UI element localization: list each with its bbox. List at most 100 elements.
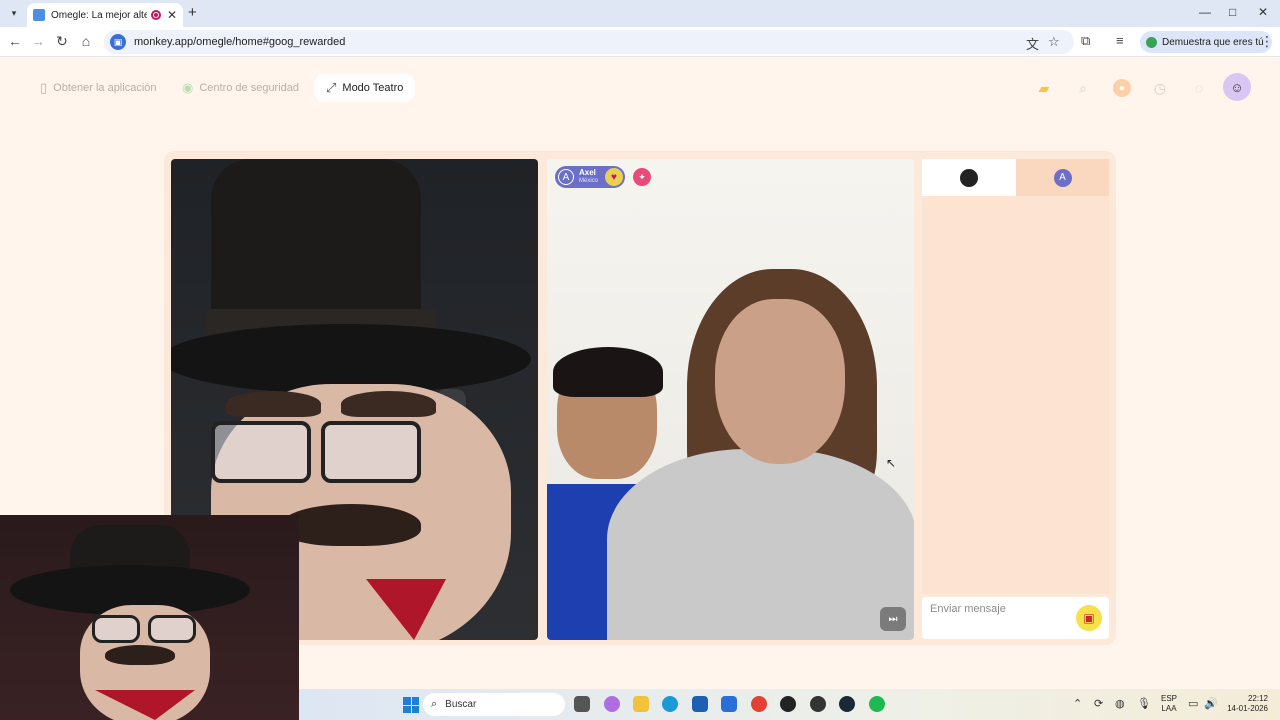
browser-menu-icon[interactable]: ⋮ [1260, 33, 1274, 50]
microphone-icon[interactable]: 🎙 [1137, 697, 1151, 710]
language-indicator[interactable]: ESP LAA [1161, 694, 1177, 714]
spotify-icon[interactable] [869, 696, 885, 712]
theater-mode-icon: ⤢ [326, 80, 337, 95]
avatar-face-icon: ☺ [1230, 79, 1244, 95]
chrome-icon[interactable] [751, 696, 767, 712]
minimize-button[interactable]: — [1199, 5, 1211, 19]
browser-tab[interactable]: Omegle: La mejor alternativa ✕ [27, 3, 183, 27]
edge-icon[interactable] [662, 696, 678, 712]
system-clock[interactable]: 22:12 14-01-2026 [1224, 694, 1268, 714]
skip-icon: ⏭ [888, 613, 898, 625]
chat-icon[interactable]: ◌ [1189, 78, 1209, 98]
site-favicon-icon [33, 9, 45, 21]
search-icon: ⌕ [431, 698, 438, 710]
get-app-label: Obtener la aplicación [53, 82, 157, 94]
site-info-icon[interactable]: ▣ [110, 34, 126, 50]
tab-close-button[interactable]: ✕ [167, 8, 177, 22]
verify-icon [1146, 36, 1157, 48]
forward-icon[interactable]: → [29, 33, 47, 49]
chat-tab-self[interactable] [922, 159, 1016, 196]
tray-app-icon[interactable]: ◍ [1115, 697, 1125, 710]
windows-taskbar: ⌕ Buscar ⌃ ⟳ ◍ 🎙 ESP LAA ▭ 🔊 22:12 14-01… [299, 689, 1280, 720]
home-icon[interactable]: ⌂ [77, 33, 95, 49]
task-view-icon[interactable] [574, 696, 590, 712]
file-explorer-icon[interactable] [633, 696, 649, 712]
store-icon[interactable] [692, 696, 708, 712]
browser-toolbar: ← → ↻ ⌂ ▣ monkey.app/omegle/home#goog_re… [0, 27, 1280, 57]
clock-time: 22:12 [1247, 694, 1268, 703]
browser-tab-bar: ▾ Omegle: La mejor alternativa ✕ + — □ ✕ [0, 0, 1280, 27]
bookmark-star-icon[interactable]: ☆ [1048, 34, 1060, 50]
safety-center-link[interactable]: ◉ Centro de seguridad [182, 76, 299, 100]
cam-left-lens-shape [92, 615, 140, 643]
peer-video: A Axel México ♥ ✦ ↖ ⏭ [547, 159, 914, 640]
verify-human-chip[interactable]: Demuestra que eres tú [1140, 31, 1272, 53]
window-close-button[interactable]: ✕ [1258, 5, 1268, 19]
skip-button[interactable]: ⏭ [880, 607, 906, 631]
chat-tab-peer[interactable]: A [1016, 159, 1109, 196]
message-input[interactable] [930, 603, 1070, 615]
maximize-button[interactable]: □ [1229, 5, 1236, 19]
theater-mode-button[interactable]: ⤢ Modo Teatro [314, 74, 416, 102]
keyboard-layout: LAA [1161, 704, 1177, 713]
copilot-icon[interactable] [604, 696, 620, 712]
obs-icon[interactable] [780, 696, 796, 712]
peer-name-block: Axel México [579, 168, 598, 186]
peer-avatar: A [558, 169, 574, 185]
girl-face-shape [715, 299, 845, 464]
translate-icon[interactable]: 文 [1026, 34, 1039, 53]
right-lens-shape [321, 421, 421, 483]
theater-mode-label: Modo Teatro [342, 82, 404, 94]
clock-date: 14-01-2026 [1227, 704, 1268, 713]
chevron-down-icon: ▾ [11, 8, 17, 18]
back-icon[interactable]: ← [6, 33, 24, 49]
gift-button[interactable]: ▣ [1076, 605, 1102, 631]
self-avatar [960, 168, 978, 187]
heart-icon[interactable]: ♥ [605, 168, 623, 186]
history-icon[interactable]: ◷ [1150, 78, 1170, 98]
shield-icon: ◉ [182, 80, 194, 95]
network-icon[interactable]: ▭ [1188, 697, 1198, 710]
tray-chevron-icon[interactable]: ⌃ [1073, 697, 1082, 710]
volume-icon[interactable]: 🔊 [1204, 697, 1218, 710]
left-eyebrow-shape [226, 391, 321, 417]
premium-icon[interactable]: ▰ [1034, 78, 1054, 98]
search-icon[interactable]: ⌕ [1073, 78, 1093, 98]
right-eyebrow-shape [341, 391, 436, 417]
url-text[interactable]: monkey.app/omegle/home#goog_rewarded [134, 36, 345, 48]
steam-icon[interactable] [839, 696, 855, 712]
peer-name: Axel [579, 168, 596, 177]
reload-icon[interactable]: ↻ [53, 33, 71, 50]
language-code: ESP [1161, 694, 1178, 703]
app-icon[interactable] [810, 696, 826, 712]
tray-sync-icon[interactable]: ⟳ [1094, 697, 1103, 710]
safety-center-label: Centro de seguridad [199, 82, 300, 94]
flame-button[interactable]: ● [1112, 78, 1132, 98]
cam-mustache-shape [105, 645, 175, 665]
verify-label: Demuestra que eres tú [1162, 36, 1264, 48]
message-composer: ▣ [922, 597, 1109, 639]
address-bar[interactable]: ▣ monkey.app/omegle/home#goog_rewarded 文… [104, 30, 1074, 54]
recording-icon [150, 10, 161, 20]
new-tab-button[interactable]: + [188, 4, 197, 21]
tab-search-button[interactable]: ▾ [5, 5, 23, 22]
peer-chat-avatar: A [1053, 168, 1072, 187]
peer-name-tag[interactable]: A Axel México ♥ [555, 166, 625, 188]
hoodie-shape [607, 449, 914, 640]
windows-start-icon[interactable] [403, 697, 419, 713]
webcam-overlay [0, 515, 299, 720]
left-lens-shape [211, 421, 311, 483]
get-app-link[interactable]: ▯ Obtener la aplicación [40, 76, 157, 100]
flame-icon: ● [1113, 79, 1131, 97]
taskbar-search[interactable]: ⌕ Buscar [423, 693, 565, 716]
peer-country: México [579, 178, 599, 184]
mustache-shape [281, 504, 421, 546]
outlook-icon[interactable] [721, 696, 737, 712]
peer-badge-icon[interactable]: ✦ [633, 168, 651, 186]
extensions-icon[interactable]: ⧉ [1081, 33, 1090, 49]
chat-messages-area [922, 196, 1109, 594]
profile-avatar[interactable]: ☺ [1223, 73, 1251, 101]
cam-right-lens-shape [148, 615, 196, 643]
media-control-icon[interactable]: ≡ [1116, 33, 1124, 48]
tab-title: Omegle: La mejor alternativa [51, 9, 147, 21]
